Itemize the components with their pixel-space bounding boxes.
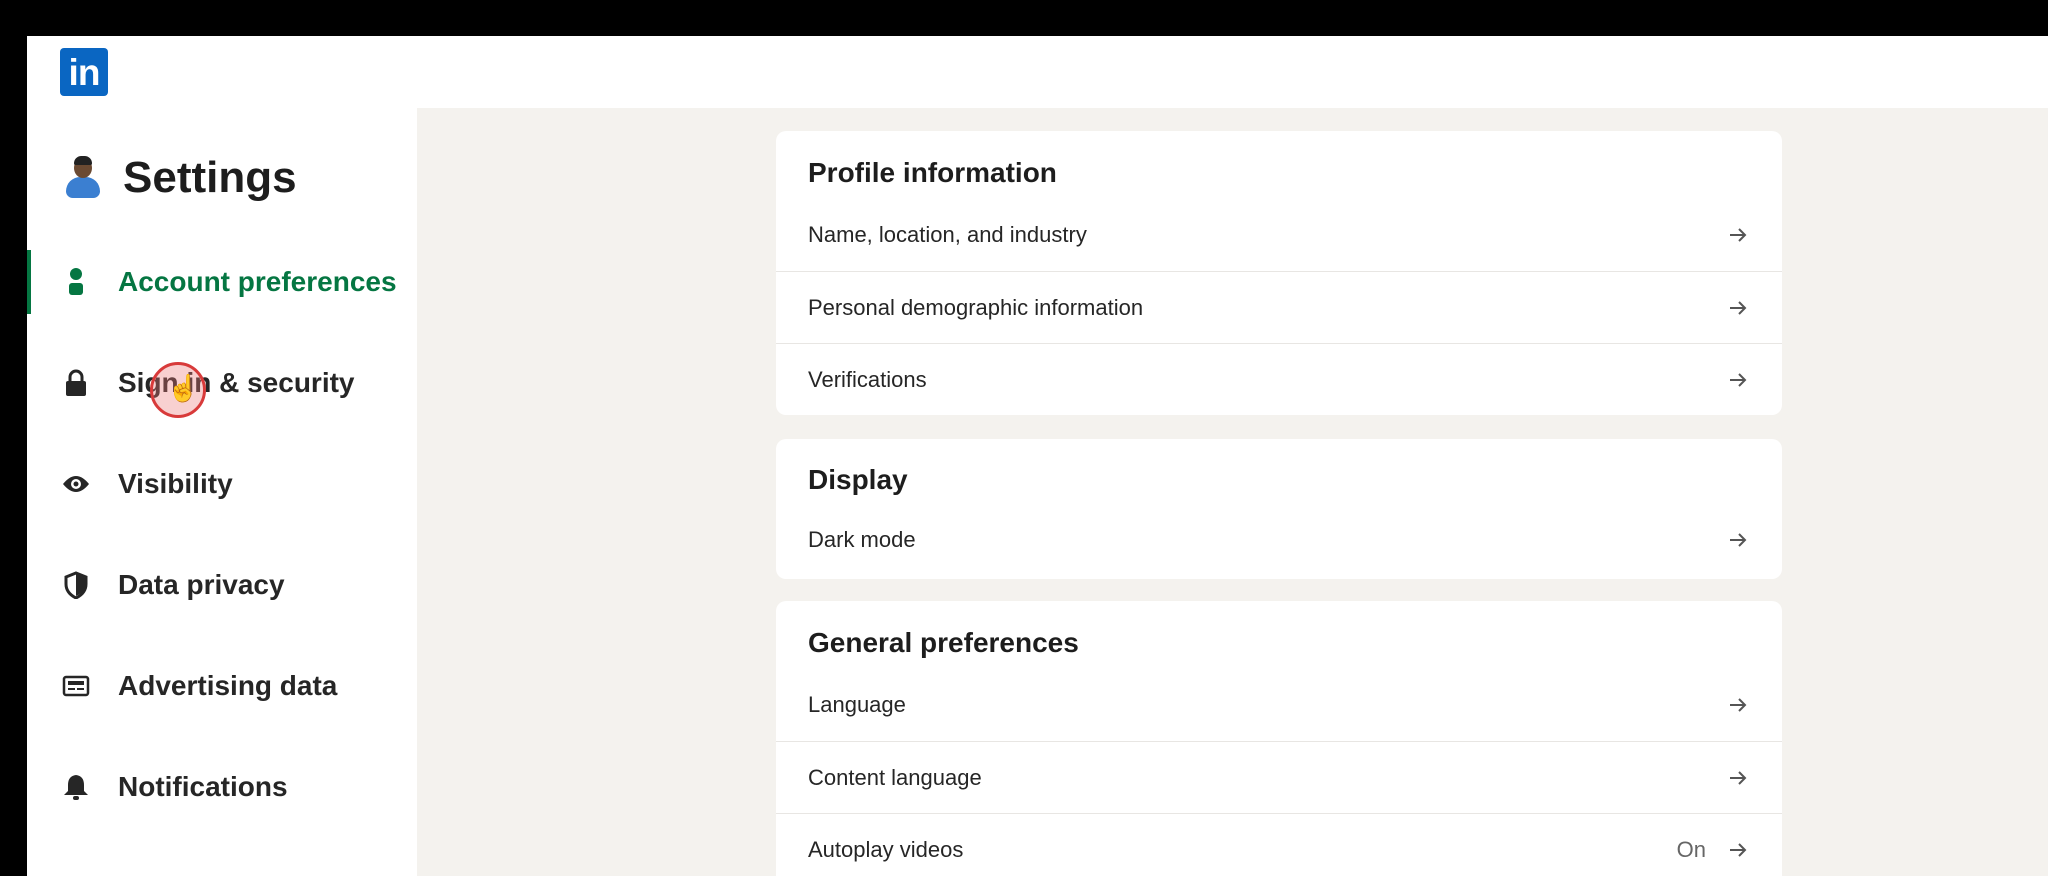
arrow-right-icon — [1726, 838, 1750, 862]
arrow-right-icon — [1726, 296, 1750, 320]
section-title: Profile information — [808, 157, 1057, 188]
row-label: Language — [808, 692, 906, 717]
settings-row-content-language[interactable]: Content language — [776, 741, 1782, 813]
settings-header: Settings — [63, 148, 297, 208]
row-value: On — [1676, 836, 1706, 862]
sidebar-item-sign-in-security[interactable]: Sign in & security — [27, 351, 417, 415]
arrow-right-icon — [1726, 766, 1750, 790]
settings-row-autoplay-videos[interactable]: Autoplay videos On — [776, 813, 1782, 876]
settings-row-personal-demographic[interactable]: Personal demographic information — [776, 271, 1782, 343]
settings-row-verifications[interactable]: Verifications — [776, 343, 1782, 415]
newspaper-icon — [62, 672, 90, 700]
section-title: General preferences — [808, 627, 1079, 658]
sidebar-item-data-privacy[interactable]: Data privacy — [27, 553, 417, 617]
eye-icon — [62, 470, 90, 498]
person-icon — [62, 268, 90, 296]
sidebar-item-visibility[interactable]: Visibility — [27, 452, 417, 516]
sidebar-item-account-preferences[interactable]: Account preferences — [27, 250, 417, 314]
arrow-right-icon — [1726, 368, 1750, 392]
top-nav-bar: in — [27, 36, 2048, 108]
row-label: Content language — [808, 764, 982, 790]
row-label: Personal demographic information — [808, 294, 1144, 320]
sidebar-item-label: Data privacy — [118, 569, 285, 600]
sidebar-item-label: Visibility — [118, 468, 233, 499]
display-card: Display Dark mode — [776, 439, 1782, 579]
page-title: Settings — [123, 153, 297, 202]
settings-row-dark-mode[interactable]: Dark mode — [776, 504, 1782, 576]
sidebar-item-label: Advertising data — [118, 670, 338, 701]
general-preferences-card: General preferences Language Content lan… — [776, 601, 1782, 876]
row-label: Dark mode — [808, 527, 916, 552]
sidebar-item-notifications[interactable]: Notifications — [27, 755, 417, 819]
profile-information-card: Profile information Name, location, and … — [776, 131, 1782, 415]
settings-row-name-location-industry[interactable]: Name, location, and industry — [776, 199, 1782, 271]
settings-sidebar: Settings Account preferences Sign in & s… — [27, 108, 417, 876]
row-label: Name, location, and industry — [808, 222, 1087, 247]
sidebar-item-label: Account preferences — [118, 266, 397, 297]
section-title: Display — [808, 464, 908, 495]
lock-icon — [62, 369, 90, 397]
settings-row-language[interactable]: Language — [776, 669, 1782, 741]
arrow-right-icon — [1726, 528, 1750, 552]
linkedin-logo[interactable]: in — [60, 48, 108, 96]
sidebar-item-label: Notifications — [118, 771, 288, 802]
bell-icon — [62, 773, 90, 801]
shield-icon — [62, 571, 90, 599]
pointer-hand-icon: ☝ — [167, 373, 200, 403]
avatar[interactable] — [63, 156, 103, 200]
row-label: Autoplay videos — [808, 836, 964, 862]
sidebar-item-advertising-data[interactable]: Advertising data — [27, 654, 417, 718]
arrow-right-icon — [1726, 223, 1750, 247]
arrow-right-icon — [1726, 693, 1750, 717]
row-label: Verifications — [808, 366, 927, 392]
